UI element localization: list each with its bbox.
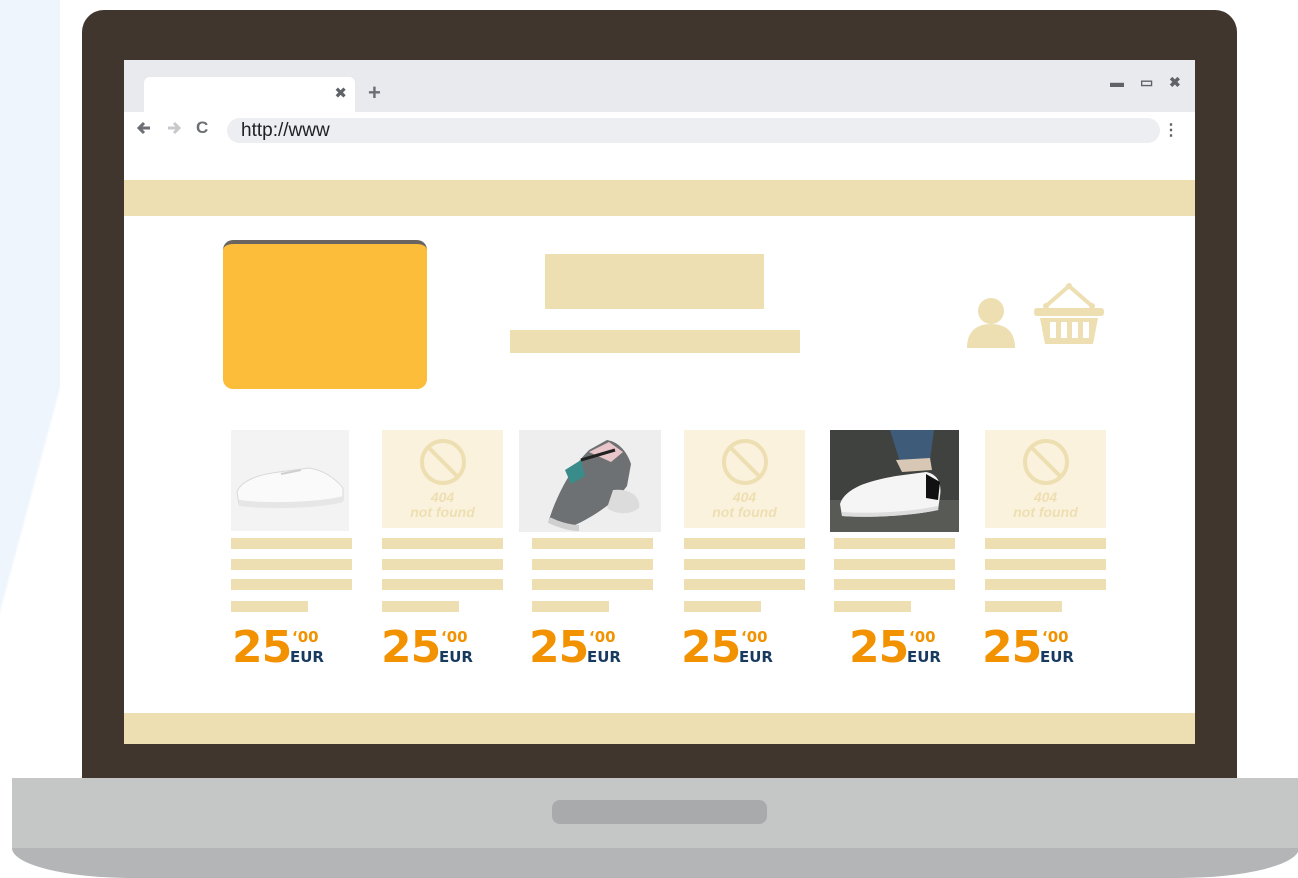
product-text-placeholder bbox=[985, 559, 1106, 570]
product-text-placeholder bbox=[231, 579, 352, 590]
laptop-trackpad bbox=[552, 800, 767, 824]
price-cents: ‘00 bbox=[292, 628, 319, 646]
user-icon[interactable] bbox=[966, 296, 1016, 348]
product-image-worn-sneaker[interactable] bbox=[830, 430, 959, 532]
product-text-placeholder bbox=[382, 538, 503, 549]
product-text-placeholder bbox=[985, 538, 1106, 549]
product-text-placeholder bbox=[834, 579, 955, 590]
price-cents: ‘00 bbox=[909, 628, 936, 646]
not-found-icon bbox=[419, 439, 466, 485]
price-cents: ‘00 bbox=[441, 628, 468, 646]
product-text-placeholder bbox=[382, 559, 503, 570]
product-text-placeholder bbox=[532, 601, 609, 612]
product-text-placeholder bbox=[231, 601, 308, 612]
product-text-placeholder bbox=[382, 601, 459, 612]
not-found-icon bbox=[1022, 439, 1069, 485]
price-amount: 25 bbox=[381, 622, 441, 673]
price-currency: EUR bbox=[907, 648, 941, 666]
laptop-screen: ✖ + ▬ ▭ ✖ C http://www ⋮ 404 not found 4… bbox=[124, 60, 1195, 744]
product-text-placeholder bbox=[834, 559, 955, 570]
product-text-placeholder bbox=[532, 559, 653, 570]
price-currency: EUR bbox=[439, 648, 473, 666]
price-cents: ‘00 bbox=[741, 628, 768, 646]
window-maximize-icon[interactable]: ▭ bbox=[1140, 74, 1153, 91]
price-currency: EUR bbox=[587, 648, 621, 666]
product-text-placeholder bbox=[532, 538, 653, 549]
site-logo[interactable] bbox=[223, 240, 427, 389]
product-text-placeholder bbox=[684, 579, 805, 590]
product-text-placeholder bbox=[834, 538, 955, 549]
browser-tab[interactable]: ✖ bbox=[144, 77, 355, 112]
site-title-placeholder bbox=[545, 254, 764, 309]
reload-icon[interactable]: C bbox=[196, 118, 208, 138]
address-bar-row: C http://www ⋮ bbox=[124, 112, 1195, 202]
site-footer-bar bbox=[124, 713, 1195, 744]
price-amount: 25 bbox=[529, 622, 589, 673]
window-minimize-icon[interactable]: ▬ bbox=[1110, 74, 1124, 90]
product-image-not-found: 404 not found bbox=[684, 430, 805, 528]
url-field[interactable]: http://www bbox=[227, 118, 1160, 143]
price-currency: EUR bbox=[1040, 648, 1074, 666]
product-text-placeholder bbox=[231, 559, 352, 570]
price-currency: EUR bbox=[739, 648, 773, 666]
not-found-code: 404 bbox=[1033, 489, 1058, 505]
window-close-icon[interactable]: ✖ bbox=[1169, 74, 1181, 91]
product-text-placeholder bbox=[985, 579, 1106, 590]
price-amount: 25 bbox=[849, 622, 909, 673]
not-found-icon bbox=[721, 439, 768, 485]
price-amount: 25 bbox=[232, 622, 292, 673]
product-text-placeholder bbox=[382, 579, 503, 590]
not-found-code: 404 bbox=[430, 489, 455, 505]
laptop-base bbox=[12, 848, 1298, 878]
not-found-label: not found bbox=[712, 504, 777, 520]
basket-icon[interactable] bbox=[1030, 282, 1108, 346]
browser-menu-icon[interactable]: ⋮ bbox=[1163, 120, 1179, 140]
product-image-not-found: 404 not found bbox=[985, 430, 1106, 528]
product-image-not-found: 404 not found bbox=[382, 430, 503, 528]
price-cents: ‘00 bbox=[1042, 628, 1069, 646]
site-subtitle-placeholder bbox=[510, 330, 800, 353]
tab-close-icon[interactable]: ✖ bbox=[334, 84, 347, 102]
not-found-label: not found bbox=[1013, 504, 1078, 520]
product-text-placeholder bbox=[532, 579, 653, 590]
new-tab-icon[interactable]: + bbox=[368, 82, 381, 104]
browser-tab-bar: ✖ + ▬ ▭ ✖ bbox=[124, 60, 1195, 112]
product-text-placeholder bbox=[985, 601, 1062, 612]
product-text-placeholder bbox=[684, 559, 805, 570]
background-stripe bbox=[0, 0, 60, 878]
product-text-placeholder bbox=[834, 601, 911, 612]
product-text-placeholder bbox=[684, 601, 761, 612]
not-found-label: not found bbox=[410, 504, 475, 520]
back-icon[interactable] bbox=[136, 120, 152, 141]
not-found-code: 404 bbox=[732, 489, 757, 505]
price-amount: 25 bbox=[681, 622, 741, 673]
price-cents: ‘00 bbox=[589, 628, 616, 646]
price-currency: EUR bbox=[290, 648, 324, 666]
product-text-placeholder bbox=[231, 538, 352, 549]
product-image-white-sneaker[interactable] bbox=[231, 430, 349, 531]
site-header-bar bbox=[124, 180, 1195, 216]
product-text-placeholder bbox=[684, 538, 805, 549]
product-image-chunky-sneaker[interactable] bbox=[519, 430, 661, 532]
forward-icon[interactable] bbox=[166, 120, 182, 141]
price-amount: 25 bbox=[982, 622, 1042, 673]
